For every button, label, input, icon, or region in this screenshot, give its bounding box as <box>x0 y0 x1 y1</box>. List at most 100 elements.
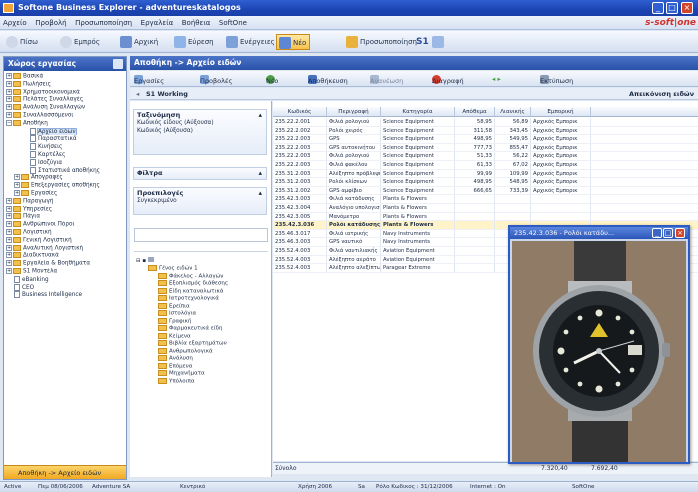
expand-icon[interactable]: + <box>14 189 20 196</box>
nav-item[interactable]: + Απογραφές <box>6 174 126 182</box>
expand-icon[interactable]: + <box>6 73 12 79</box>
print-button[interactable]: Εκτύπωση ▾ <box>540 73 573 85</box>
table-row[interactable]: 235.42.3.005 Μανόμετρο Plants & Flowers <box>273 212 698 222</box>
expand-icon[interactable]: + <box>6 236 12 243</box>
expand-icon[interactable]: + <box>6 205 12 212</box>
expand-icon[interactable]: + <box>14 174 20 181</box>
back-button[interactable]: Πίσω <box>4 34 41 50</box>
nav-item[interactable]: + Πωλήσεις <box>6 80 126 89</box>
column-header[interactable]: Απόθεμα <box>455 107 495 116</box>
table-row[interactable]: 235.22.2.003 GPS αυτοκινήτου Science Equip… <box>273 143 698 153</box>
menu-view[interactable]: Προβολή <box>32 16 69 29</box>
nav-item[interactable]: + Παραγωγή <box>6 197 126 206</box>
folder-item[interactable]: Ιστολόγια <box>136 310 268 318</box>
s1-button[interactable]: S1 <box>414 34 449 50</box>
table-row[interactable]: 235.42.3.003 Φιλιά κατάδυσης Plants & Flow… <box>273 195 698 204</box>
filters-section-title[interactable]: Φίλτρα <box>134 168 266 178</box>
menu-customize[interactable]: Προσωποποίηση <box>72 16 135 29</box>
nav-item[interactable]: Παραστατικά <box>6 135 126 143</box>
views-button[interactable]: Προβολές ▾ <box>200 73 232 85</box>
expand-icon[interactable]: + <box>6 213 12 220</box>
pin-icon[interactable] <box>113 59 123 69</box>
expand-icon[interactable]: + <box>6 96 12 103</box>
nav-item[interactable]: + Πελάτες Συναλλαγές <box>6 96 126 104</box>
minimize-button[interactable]: _ <box>652 2 664 14</box>
nav-item[interactable]: + Εργαλεία & Βοηθήματα <box>6 260 126 268</box>
expand-icon[interactable]: + <box>6 260 12 267</box>
table-row[interactable]: 235.22.2.001 Φιλιά ρολογιού Science Equipm… <box>273 118 698 127</box>
nav-item[interactable]: Ισοζύγια <box>6 158 126 167</box>
expand-icon[interactable]: + <box>6 228 12 235</box>
sort-line[interactable]: Κωδικός είδους (Αύξουσα) <box>134 120 266 128</box>
column-header[interactable]: Λιανικής <box>495 107 531 116</box>
filter-input[interactable] <box>134 228 268 242</box>
folder-item[interactable]: Υπόλοιπα <box>136 377 268 386</box>
expand-icon[interactable]: + <box>6 221 12 228</box>
nav-item[interactable]: + Χρηματοοικονομικά <box>6 88 126 97</box>
table-row[interactable]: 235.22.2.003 Φιλιά ρολογιού Science Equipm… <box>273 152 698 161</box>
column-header[interactable]: Περιγραφή <box>327 107 381 116</box>
nav-item[interactable]: + Εργασίες <box>6 189 126 198</box>
folder-item[interactable]: Εξοπλισμός διάθεσης <box>136 280 268 288</box>
nav-item[interactable]: + Βασικά <box>6 73 126 81</box>
nav-item[interactable]: + Υπηρεσίες <box>6 205 126 214</box>
nav-item[interactable]: Στατιστικά αποθήκης <box>6 166 126 175</box>
collapse-icon[interactable]: − <box>6 119 12 126</box>
nav-item[interactable]: + Διαδικτυακά <box>6 252 126 260</box>
sort-line[interactable]: Κωδικός (Αύξουσα) <box>134 128 266 136</box>
folder-item[interactable]: Γένος ειδών 1 <box>136 265 268 273</box>
table-row[interactable]: 235.22.2.003 Φιλιά φακέλου Science Equipme… <box>273 161 698 170</box>
table-row[interactable]: 235.31.2.002 GPS αμφίβιο Science Equipment… <box>273 186 698 196</box>
expand-icon[interactable]: + <box>14 182 20 189</box>
folder-tree-root[interactable]: ⊟ ▪ <box>136 257 154 264</box>
nav-item[interactable]: + Ανθρώπινοι Πόροι <box>6 221 126 229</box>
new-record-button[interactable]: Νέο ▾ <box>266 73 278 85</box>
nav-item[interactable]: + Επεξεργασίες αποθήκης <box>6 182 126 190</box>
column-header[interactable]: Εμπορική <box>531 107 591 116</box>
nav-item[interactable]: Αρχείο ειδών <box>6 127 126 136</box>
folder-item[interactable]: Ανάλυση <box>136 355 268 363</box>
nav-item[interactable]: + Αναλυτική Λογιστική <box>6 244 126 253</box>
expand-icon[interactable]: + <box>6 80 12 87</box>
close-button[interactable]: × <box>681 2 693 14</box>
image-minimize-button[interactable]: _ <box>652 228 662 238</box>
nav-item[interactable]: CEO <box>6 283 126 292</box>
expand-icon[interactable]: + <box>6 88 12 95</box>
menu-tools[interactable]: Εργαλεία <box>138 16 177 29</box>
menu-softone[interactable]: SoftOne <box>216 16 250 29</box>
menu-help[interactable]: Βοήθεια <box>179 16 214 29</box>
nav-item[interactable]: eBanking <box>6 275 126 284</box>
forward-button[interactable]: Εμπρός <box>58 34 103 50</box>
folder-item[interactable]: Γραφική <box>136 317 268 326</box>
nav-item[interactable]: + Συναλλασσόμενοι <box>6 111 126 120</box>
new-button[interactable]: Νέο <box>276 34 311 50</box>
table-row[interactable]: 235.31.2.003 Ρολόι κλίσεων Science Equipme… <box>273 178 698 187</box>
table-row[interactable]: 235.42.3.004 Αναλόγιο υπολογισμ Plants & F… <box>273 204 698 213</box>
expand-icon[interactable]: + <box>6 267 12 274</box>
folder-item[interactable]: Ερείπια <box>136 302 268 311</box>
expand-icon[interactable]: + <box>6 244 12 251</box>
image-close-button[interactable]: × <box>675 228 685 238</box>
nav-item[interactable]: + Γενική Λογιστική <box>6 236 126 245</box>
nav-item[interactable]: + S1 Μοντέλα <box>6 267 126 276</box>
nav-item[interactable]: Κινήσεις <box>6 143 126 151</box>
nav-footer-location[interactable]: Αποθήκη -> Αρχείο ειδών <box>4 465 126 479</box>
presets-section-title[interactable]: Προεπιλογές <box>134 188 266 198</box>
search-button[interactable]: Εύρεση <box>172 34 217 50</box>
table-row[interactable]: 235.22.2.003 GPS Science Equipment 498,95 54… <box>273 135 698 144</box>
nav-item[interactable]: Business Intelligence <box>6 291 126 299</box>
expand-icon[interactable]: + <box>6 111 12 118</box>
image-preview-window[interactable]: 235.42.3.036 - Ρολόι κατάδυ... _ □ × <box>508 225 690 464</box>
folder-item[interactable]: Είδη καταναλωτικά <box>136 287 268 296</box>
nav-item[interactable]: + Πάγια <box>6 213 126 221</box>
preset-line[interactable]: Συγκεκριμένο <box>134 198 266 206</box>
folder-item[interactable]: Κείμενα <box>136 332 268 341</box>
expand-icon[interactable]: + <box>6 104 12 111</box>
folder-item[interactable]: Μηχανήματα <box>136 370 268 378</box>
home-button[interactable]: Αρχική <box>118 34 161 50</box>
menu-file[interactable]: Αρχείο <box>0 16 30 29</box>
nav-item[interactable]: + Λογιστική <box>6 228 126 237</box>
nav-item[interactable]: + Ανάλυση Συναλλαγών <box>6 104 126 112</box>
column-header[interactable]: Κατηγορία <box>381 107 455 116</box>
table-row[interactable]: 235.22.2.002 Ρολόι χειρός Science Equipmen… <box>273 126 698 136</box>
